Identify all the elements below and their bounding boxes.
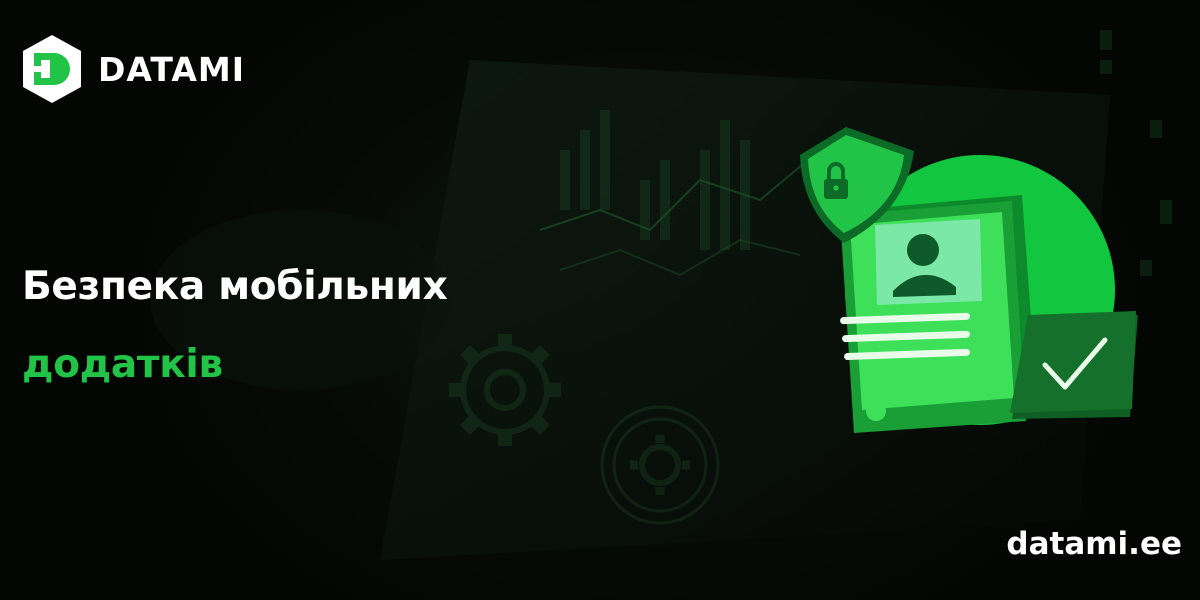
- mobile-security-illustration: [800, 127, 1138, 433]
- headline-line-2: додатків: [22, 342, 223, 387]
- headline-line-1: Безпека мобільних: [22, 264, 448, 309]
- checkmark-icon: [1010, 311, 1138, 419]
- smartphone-profile-icon: [840, 195, 1038, 433]
- site-url[interactable]: datami.ee: [1006, 526, 1182, 562]
- brand-logo[interactable]: DATAMI: [20, 33, 245, 105]
- datami-hexagon-logo-icon: [23, 35, 81, 103]
- brand-name: DATAMI: [98, 49, 245, 89]
- headline: Безпека мобільних додатків: [22, 248, 448, 404]
- banner: DATAMI Безпека мобільних додатків datami…: [0, 0, 1200, 600]
